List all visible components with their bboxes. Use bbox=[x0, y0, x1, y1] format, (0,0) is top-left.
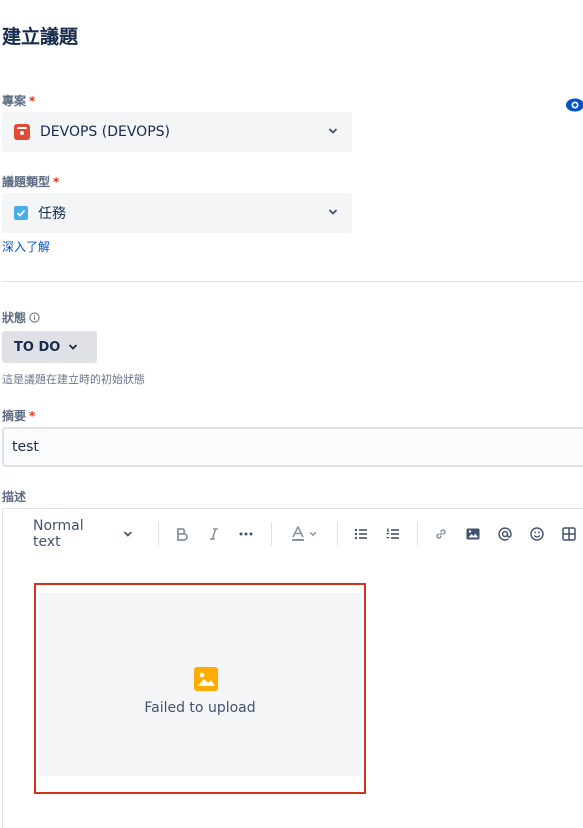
table-icon[interactable] bbox=[560, 525, 578, 543]
toolbar-divider bbox=[158, 522, 159, 546]
failed-upload-box[interactable]: Failed to upload bbox=[38, 593, 362, 776]
summary-label: 摘要 * bbox=[2, 408, 36, 424]
editor-toolbar: Normal text bbox=[3, 509, 583, 559]
chevron-down-icon bbox=[328, 128, 338, 134]
summary-input[interactable]: test bbox=[2, 427, 583, 467]
project-value: DEVOPS (DEVOPS) bbox=[40, 124, 170, 140]
text-style-dropdown[interactable]: Normal text bbox=[33, 518, 133, 550]
text-color-icon[interactable] bbox=[287, 525, 321, 543]
section-divider bbox=[2, 281, 583, 282]
more-formatting-icon[interactable] bbox=[237, 525, 255, 543]
chevron-down-icon bbox=[124, 531, 133, 537]
upload-placeholder-frame: Failed to upload bbox=[34, 583, 366, 794]
issue-type-select[interactable]: 任務 bbox=[2, 193, 352, 233]
description-label: 描述 bbox=[2, 490, 27, 504]
status-label: 狀態 bbox=[2, 309, 40, 326]
chevron-down-icon bbox=[328, 209, 338, 215]
toolbar-divider bbox=[417, 522, 418, 546]
image-icon[interactable] bbox=[464, 525, 482, 543]
image-placeholder-icon bbox=[194, 667, 218, 691]
link-icon[interactable] bbox=[432, 525, 450, 543]
status-helper-text: 這是議題在建立時的初始狀態 bbox=[2, 373, 145, 386]
bullet-list-icon[interactable] bbox=[352, 525, 370, 543]
project-icon bbox=[14, 124, 30, 140]
task-checkbox-icon bbox=[14, 206, 28, 220]
learn-more-link[interactable]: 深入了解 bbox=[2, 238, 50, 255]
status-dropdown-button[interactable]: TO DO bbox=[2, 331, 97, 363]
watch-eye-icon[interactable] bbox=[565, 96, 583, 114]
italic-icon[interactable] bbox=[205, 525, 223, 543]
bold-icon[interactable] bbox=[173, 525, 191, 543]
numbered-list-icon[interactable] bbox=[384, 525, 402, 543]
project-select[interactable]: DEVOPS (DEVOPS) bbox=[2, 112, 352, 152]
page-title: 建立議題 bbox=[2, 26, 79, 48]
toolbar-divider bbox=[337, 522, 338, 546]
toolbar-divider bbox=[271, 522, 272, 546]
project-label: 專案 * bbox=[2, 93, 36, 109]
issue-type-value: 任務 bbox=[38, 206, 66, 222]
mention-icon[interactable] bbox=[496, 525, 514, 543]
issue-type-label: 議題類型 * bbox=[2, 174, 60, 190]
chevron-down-icon bbox=[69, 344, 78, 350]
emoji-icon[interactable] bbox=[528, 525, 546, 543]
info-icon[interactable] bbox=[29, 312, 40, 323]
upload-error-text: Failed to upload bbox=[144, 700, 256, 716]
